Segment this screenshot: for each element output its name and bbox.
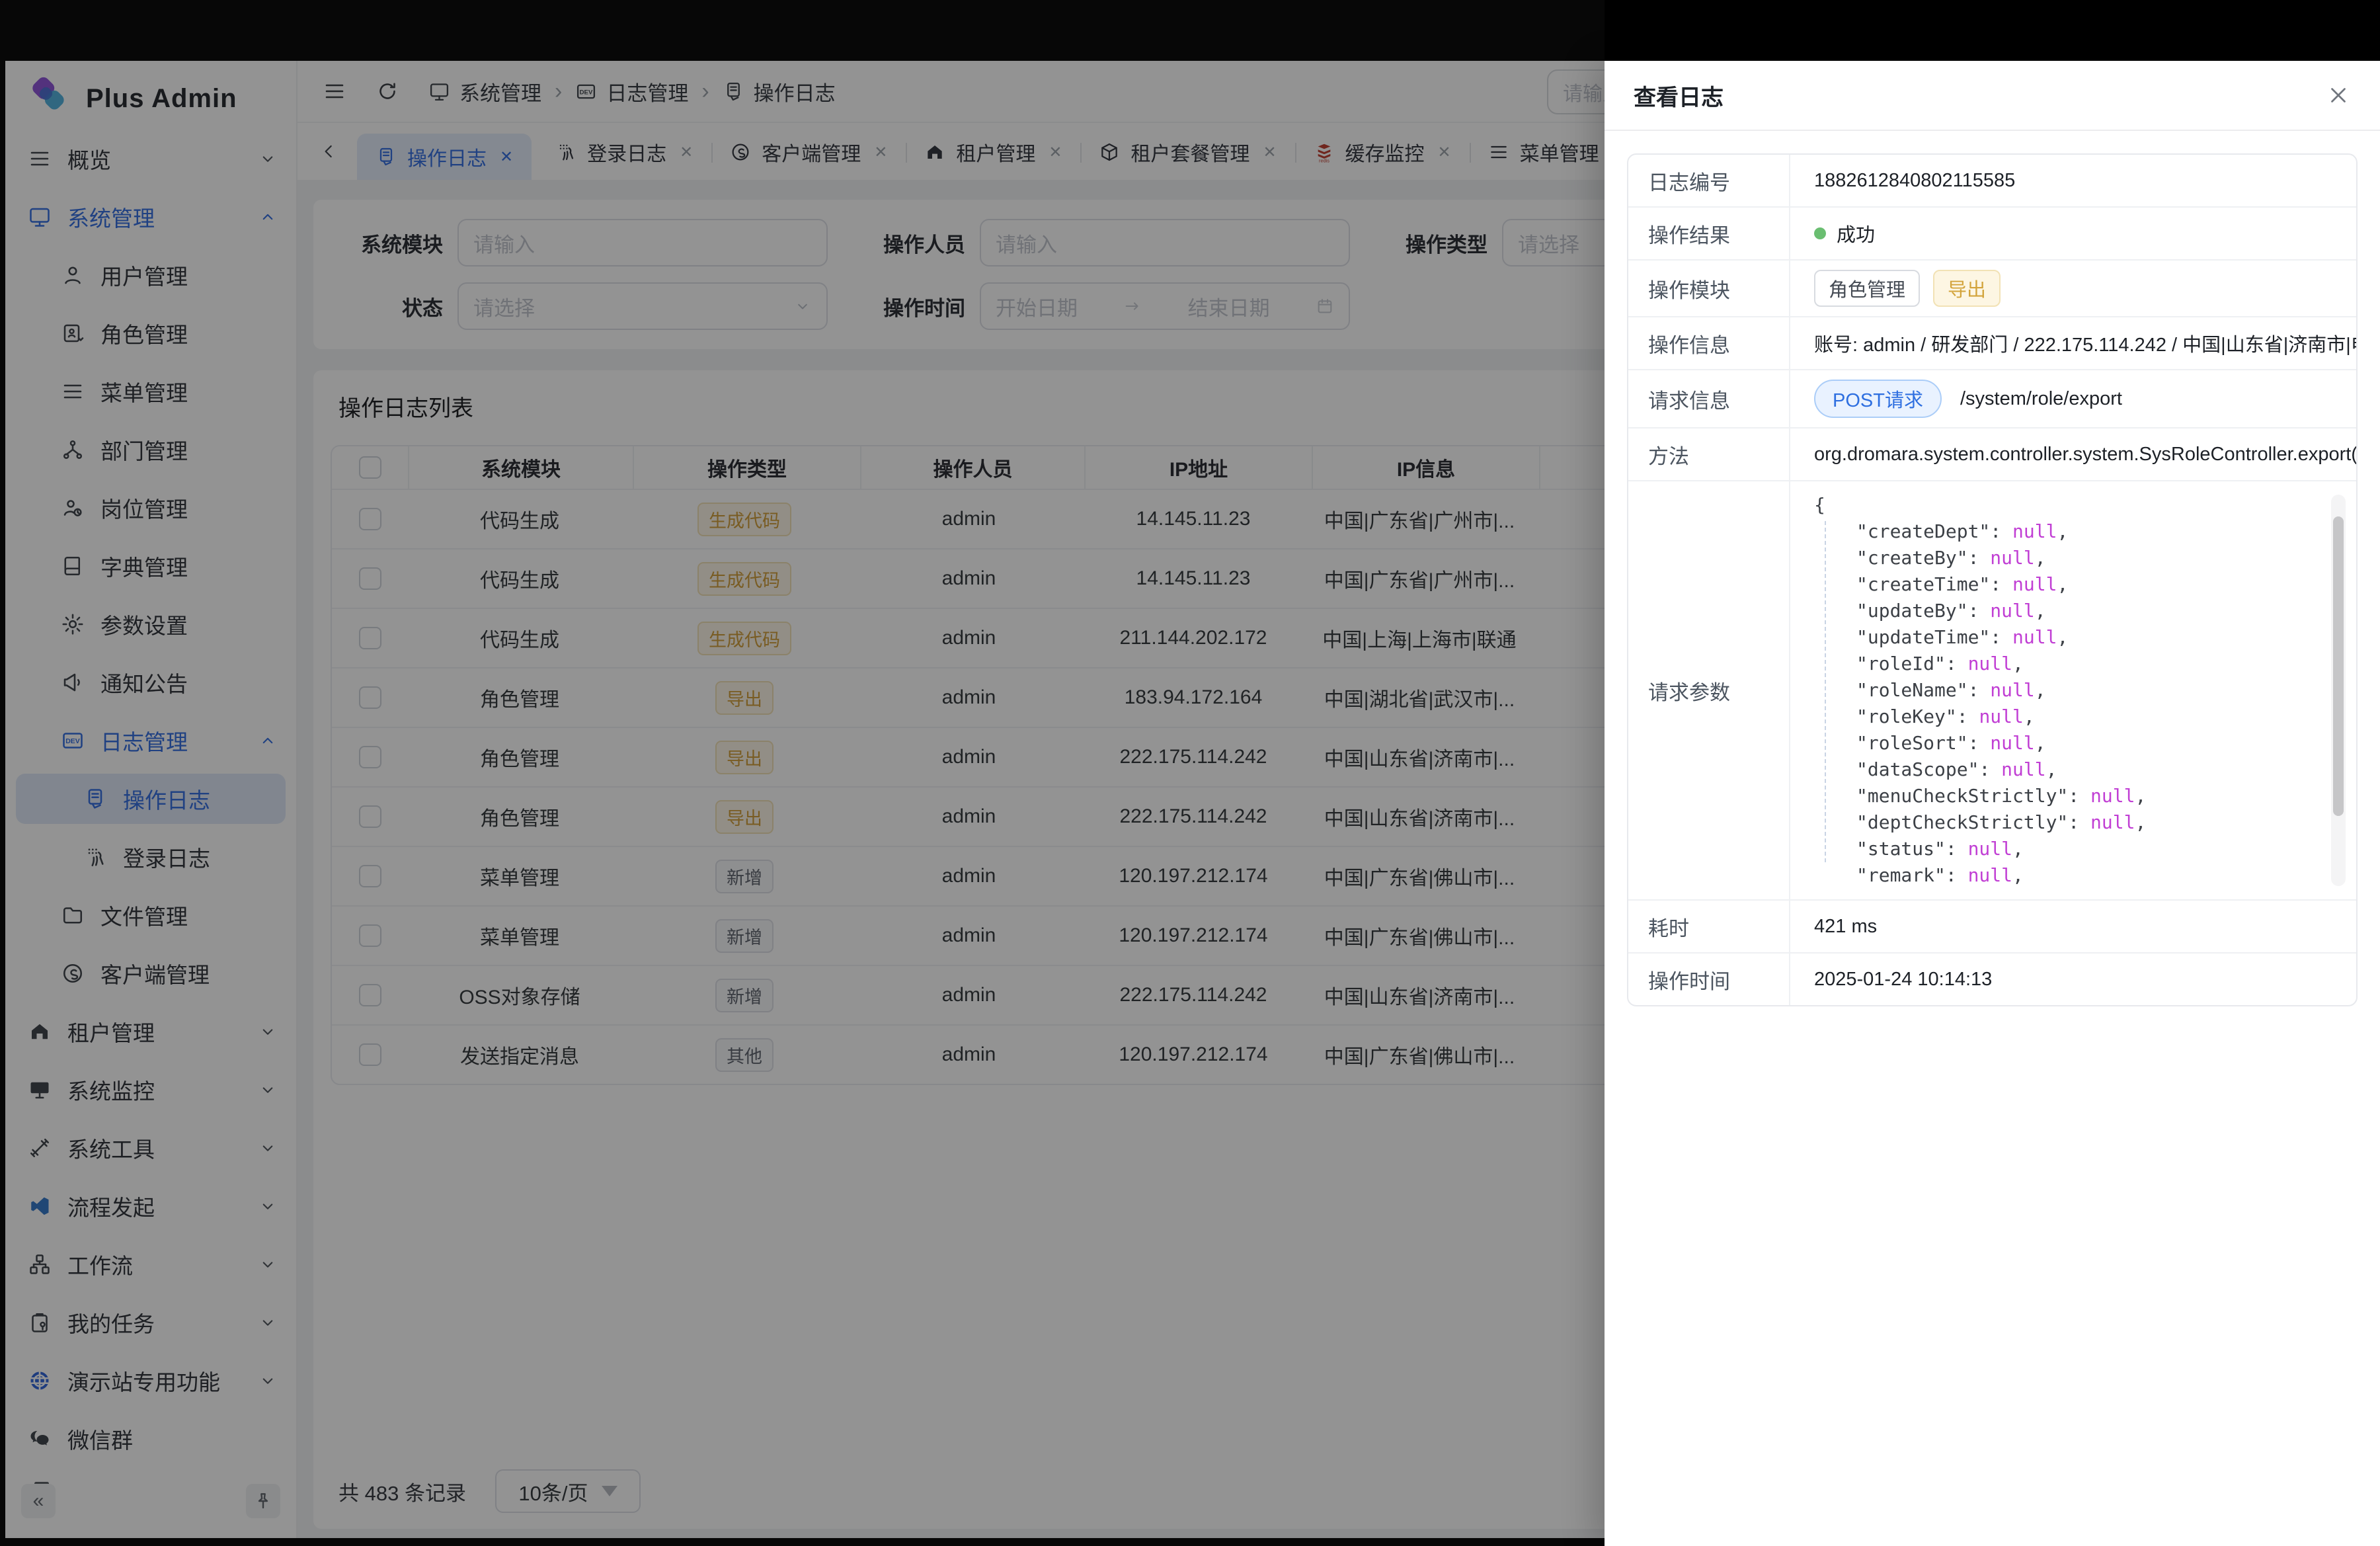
detail-label: 操作结果: [1628, 208, 1790, 259]
detail-label: 操作模块: [1628, 261, 1790, 316]
view-log-drawer: 查看日志 日志编号 1882612840802115585 操作结果 成功操作模块角色…: [1605, 61, 2380, 1546]
detail-label: 请求信息: [1628, 370, 1790, 427]
detail-value: 账号: admin / 研发部门 / 222.175.114.242 / 中国|…: [1814, 329, 2356, 357]
detail-value: 1882612840802115585: [1814, 170, 2015, 192]
detail-row-result: 操作结果 成功: [1628, 206, 2356, 259]
module-tag: 角色管理: [1814, 270, 1920, 307]
close-icon[interactable]: [2326, 83, 2351, 108]
detail-row-method: 方法 org.dromara.system.controller.system.S…: [1628, 427, 2356, 480]
detail-label: 操作时间: [1628, 954, 1790, 1005]
detail-value: 成功: [1837, 220, 1875, 247]
modal-overlay[interactable]: [0, 0, 1605, 1546]
drawer-header: 查看日志: [1605, 61, 2380, 131]
detail-value: org.dromara.system.controller.system.Sys…: [1814, 444, 2356, 466]
detail-value: 421 ms: [1814, 916, 1877, 938]
detail-row-module: 操作模块角色管理导出: [1628, 259, 2356, 316]
detail-row-duration: 耗时 421 ms: [1628, 899, 2356, 952]
log-details-table: 日志编号1882612840802115585操作结果成功操作模块角色管理导出操…: [1627, 153, 2358, 1006]
detail-label: 操作信息: [1628, 317, 1790, 369]
http-method-badge: POST请求: [1814, 380, 1942, 418]
detail-row-info: 操作信息账号: admin / 研发部门 / 222.175.114.242 /…: [1628, 316, 2356, 369]
detail-label: 日志编号: [1628, 155, 1790, 206]
indent-guide: [1825, 521, 1826, 862]
request-url: /system/role/export: [1960, 388, 2122, 410]
detail-row-request: 请求信息 POST请求/system/role/export: [1628, 369, 2356, 427]
detail-value: 2025-01-24 10:14:13: [1814, 969, 1992, 991]
detail-label: 耗时: [1628, 901, 1790, 952]
detail-row-params: 请求参数{"createDept": null,"createBy": null…: [1628, 480, 2356, 899]
detail-row-time: 操作时间 2025-01-24 10:14:13: [1628, 952, 2356, 1005]
request-params-code[interactable]: {"createDept": null,"createBy": null,"cr…: [1814, 492, 2350, 889]
detail-row-log-id: 日志编号 1882612840802115585: [1628, 155, 2356, 206]
detail-label: 请求参数: [1628, 481, 1790, 899]
success-dot-icon: [1814, 227, 1826, 239]
module-tag: 导出: [1933, 270, 2001, 307]
scrollbar-thumb[interactable]: [2333, 516, 2344, 816]
drawer-body: 日志编号1882612840802115585操作结果成功操作模块角色管理导出操…: [1605, 131, 2380, 1546]
drawer-title: 查看日志: [1634, 79, 1724, 112]
detail-label: 方法: [1628, 428, 1790, 480]
